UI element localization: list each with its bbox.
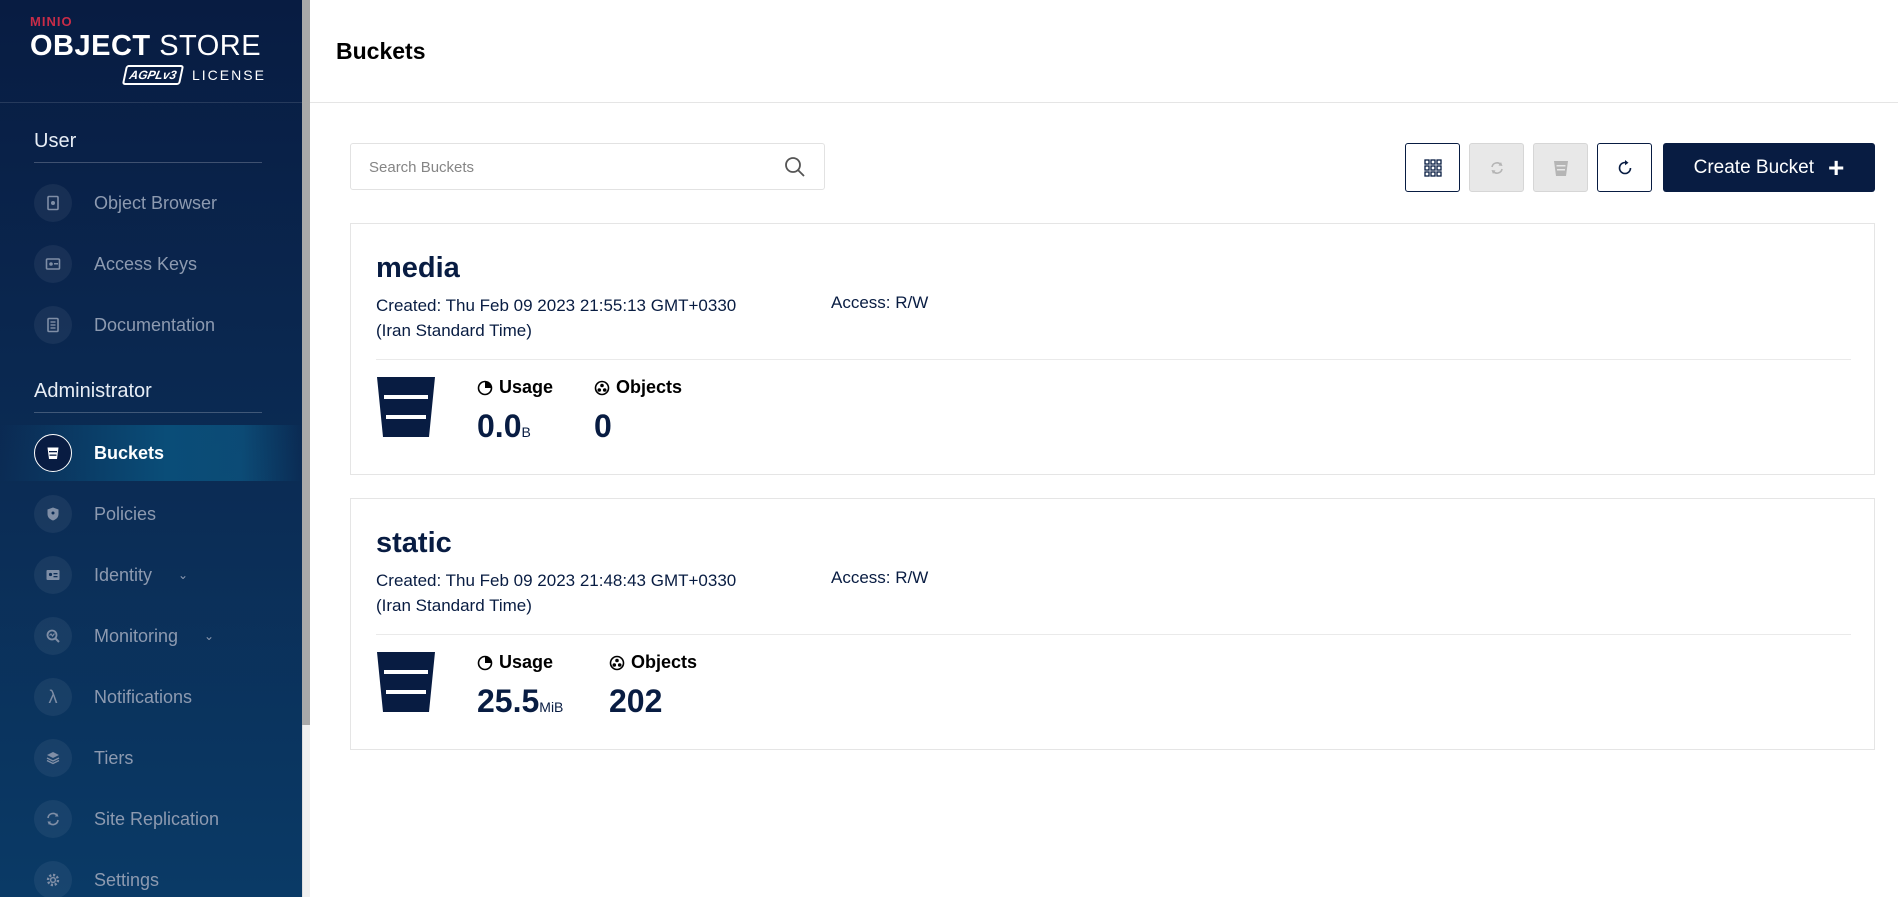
- sidebar-item-label: Identity: [94, 564, 153, 585]
- objects-icon: [594, 380, 610, 395]
- sidebar-item-identity[interactable]: Identity ⌄: [0, 547, 302, 603]
- sidebar-item-notifications[interactable]: λ Notifications: [0, 669, 302, 725]
- plus-icon: +: [1828, 151, 1845, 183]
- usage-metric: Usage 0.0B: [477, 377, 553, 445]
- sidebar-item-label: Buckets: [94, 442, 165, 463]
- section-title-user: User: [34, 130, 77, 152]
- logo-divider: [0, 102, 302, 103]
- search-icon[interactable]: [784, 156, 806, 178]
- search-input[interactable]: [369, 156, 769, 178]
- bucket-name[interactable]: static: [376, 527, 452, 560]
- usage-unit: MiB: [539, 699, 564, 715]
- sidebar-item-tiers[interactable]: Tiers: [0, 730, 302, 786]
- card-divider: [376, 634, 1851, 635]
- sidebar-item-access-keys[interactable]: Access Keys: [0, 236, 302, 292]
- sidebar: MINIO OBJECT STORE AGPLv3 LICENSE User O…: [0, 0, 302, 897]
- agpl-badge: AGPLv3: [121, 65, 185, 85]
- sidebar-item-label: Notifications: [94, 686, 193, 707]
- bucket-delete-icon: [1553, 160, 1568, 176]
- sidebar-item-label: Policies: [94, 503, 157, 524]
- sidebar-item-label: Object Browser: [94, 192, 218, 213]
- objects-label: Objects: [631, 652, 698, 672]
- access-keys-icon: [34, 245, 72, 283]
- bucket-name[interactable]: media: [376, 252, 460, 285]
- sidebar-item-label: Site Replication: [94, 808, 220, 829]
- bucket-access: Access: R/W: [831, 293, 929, 312]
- grid-icon: [1423, 158, 1442, 177]
- create-bucket-label: Create Bucket: [1693, 156, 1815, 178]
- objects-label: Objects: [616, 377, 683, 397]
- lambda-icon: λ: [34, 678, 72, 716]
- brand-name: MINIO: [30, 14, 73, 29]
- refresh-button[interactable]: [1597, 143, 1652, 192]
- section-title-administrator: Administrator: [34, 380, 152, 402]
- usage-value: 0.0B: [477, 408, 531, 444]
- chevron-down-icon[interactable]: ⌄: [204, 629, 214, 643]
- bucket-card[interactable]: static Created: Thu Feb 09 2023 21:48:43…: [350, 498, 1875, 750]
- product-name: OBJECT STORE: [30, 30, 262, 62]
- usage-unit: B: [521, 424, 531, 440]
- replication-icon: [1490, 161, 1503, 174]
- pie-chart-icon: [477, 380, 493, 395]
- sidebar-scrollbar-thumb[interactable]: [302, 0, 310, 725]
- sidebar-item-buckets[interactable]: Buckets: [0, 425, 302, 481]
- objects-metric: Objects 202: [609, 652, 697, 720]
- objects-icon: [609, 655, 625, 670]
- sidebar-item-monitoring[interactable]: Monitoring ⌄: [0, 608, 302, 664]
- usage-value: 25.5MiB: [477, 683, 564, 719]
- layers-icon: [34, 739, 72, 777]
- minio-logo[interactable]: MINIO OBJECT STORE AGPLv3 LICENSE: [30, 14, 270, 85]
- chevron-down-icon[interactable]: ⌄: [178, 568, 188, 582]
- bucket-icon: [377, 377, 435, 437]
- page-header: Buckets: [310, 0, 1898, 103]
- usage-label: Usage: [499, 377, 554, 397]
- objects-metric: Objects 0: [594, 377, 682, 445]
- bucket-access: Access: R/W: [831, 568, 929, 587]
- create-bucket-button[interactable]: Create Bucket +: [1663, 143, 1875, 192]
- shield-icon: [34, 495, 72, 533]
- delete-buckets-button[interactable]: [1533, 143, 1588, 192]
- sidebar-item-label: Settings: [94, 869, 160, 890]
- gear-icon: [34, 861, 72, 897]
- page-title: Buckets: [336, 38, 426, 64]
- object-browser-icon: [34, 184, 72, 222]
- search-box[interactable]: [350, 143, 825, 190]
- sidebar-item-site-replication[interactable]: Site Replication: [0, 791, 302, 847]
- license-label: LICENSE: [192, 67, 266, 83]
- section-divider: [34, 162, 262, 163]
- sidebar-item-settings[interactable]: Settings: [0, 852, 302, 897]
- usage-metric: Usage 25.5MiB: [477, 652, 563, 720]
- sidebar-item-object-browser[interactable]: Object Browser: [0, 175, 302, 231]
- refresh-icon: [1618, 159, 1631, 174]
- replication-button[interactable]: [1469, 143, 1524, 192]
- identity-icon: [34, 556, 72, 594]
- bucket-icon: [34, 434, 72, 472]
- grid-view-button[interactable]: [1405, 143, 1460, 192]
- documentation-icon: [34, 306, 72, 344]
- bucket-card[interactable]: media Created: Thu Feb 09 2023 21:55:13 …: [350, 223, 1875, 475]
- sidebar-item-label: Tiers: [94, 747, 134, 768]
- pie-chart-icon: [477, 655, 493, 670]
- bucket-created: Created: Thu Feb 09 2023 21:48:43 GMT+03…: [376, 571, 737, 615]
- card-divider: [376, 359, 1851, 360]
- replication-icon: [34, 800, 72, 838]
- sidebar-item-label: Monitoring: [94, 625, 179, 646]
- sidebar-item-label: Access Keys: [94, 253, 198, 274]
- usage-label: Usage: [499, 652, 554, 672]
- sidebar-item-policies[interactable]: Policies: [0, 486, 302, 542]
- sidebar-item-documentation[interactable]: Documentation: [0, 297, 302, 353]
- monitoring-icon: [34, 617, 72, 655]
- sidebar-item-label: Documentation: [94, 314, 216, 335]
- bucket-icon: [377, 652, 435, 712]
- objects-value: 202: [609, 683, 663, 719]
- objects-value: 0: [594, 408, 612, 444]
- section-divider: [34, 412, 262, 413]
- bucket-created: Created: Thu Feb 09 2023 21:55:13 GMT+03…: [376, 296, 737, 340]
